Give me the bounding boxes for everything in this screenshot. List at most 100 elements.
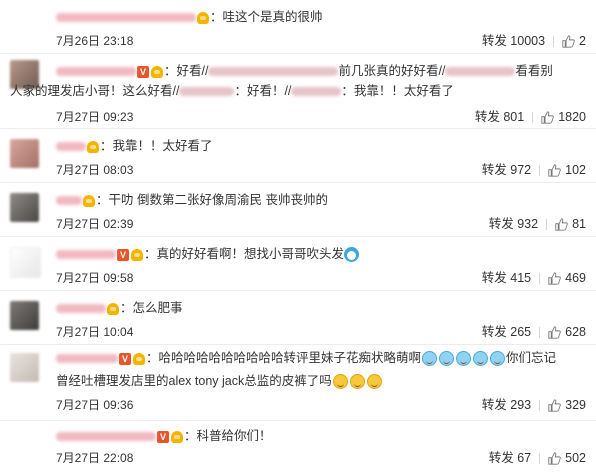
repost-button[interactable]: 转发 415 [482,271,531,285]
action-divider [539,165,541,177]
comment-actions: 转发 10003 2 [482,32,586,50]
comment-text-line: 曾经吐槽理发店里的alex tony jack总监的皮裤了吗 [56,371,580,391]
comment-meta: 7月27日 02:39 转发 932 81 [56,215,586,233]
action-divider [539,400,541,412]
comment-time: 7月27日 02:39 [56,217,134,231]
vip-v-badge-icon: V [157,430,169,443]
repost-button[interactable]: 转发 265 [482,325,531,339]
like-count: 628 [565,325,586,339]
comment-actions: 转发 265 628 [482,323,586,341]
laugh-cry-emoji-icon [490,351,506,367]
comment-text: 前几张真的好好看// [338,64,446,78]
like-count: 469 [565,271,586,285]
comment-time: 7月27日 10:04 [56,325,134,339]
comment-meta: 7月27日 08:03 转发 972 102 [56,161,586,179]
like-count: 329 [565,398,586,412]
comment-text: 曾经吐槽理发店里的alex tony jack总监的皮裤了吗 [56,374,332,388]
comment-time: 7月27日 08:03 [56,163,134,177]
comment-item: ：我靠！！太好看了 7月27日 08:03 转发 972 102 [0,129,596,183]
action-divider [539,327,541,339]
username-blurred[interactable] [56,67,136,77]
member-crown-icon [133,352,145,365]
mention-blurred[interactable] [208,67,339,77]
comment-text: ：真的好好看啊！想找小哥哥吹头发 [144,247,345,261]
avatar[interactable] [10,301,39,330]
avatar[interactable] [10,193,39,222]
comment-time: 7月27日 09:23 [56,110,134,124]
comment-time: 7月27日 09:58 [56,271,134,285]
like-count: 102 [565,163,586,177]
vip-v-badge-icon: V [137,65,149,78]
avatar[interactable] [10,353,39,382]
comment-item: ：怎么肥事 7月27日 10:04 转发 265 628 [0,291,596,345]
comment-item: V ：哈哈哈哈哈哈哈哈哈哈转评里妹子花痴状略萌啊 你们忘记 曾经吐槽理发店里的ale… [0,345,596,421]
comment-text: ：哇这个是真的很帅 [210,10,323,24]
comment-item: V ：真的好好看啊！想找小哥哥吹头发 7月27日 09:58 转发 415 469 [0,237,596,291]
like-count: 81 [572,217,586,231]
comment-text: ：我靠！！太好看了 [341,84,454,98]
comment-text: ：好看！// [234,84,292,98]
laugh-cry-emoji-icon [473,351,489,367]
thumbs-up-icon[interactable] [548,326,561,339]
comment-text-line: ：哇这个是真的很帅 [56,7,580,27]
username-blurred[interactable] [56,196,82,206]
comment-actions: 转发 67 502 [489,449,586,467]
avatar[interactable] [10,139,39,168]
thumbs-up-icon[interactable] [548,399,561,412]
repost-button[interactable]: 转发 67 [489,451,531,465]
comment-meta: 7月27日 09:36 转发 293 329 [56,396,586,414]
action-divider [539,273,541,285]
comment-text: 你们忘记 [506,351,557,365]
username-blurred[interactable] [56,250,116,260]
repost-button[interactable]: 转发 972 [482,163,531,177]
like-count: 1820 [558,110,586,124]
comment-text: ：干叻 倒数第二张好像周渝民 丧帅丧帅的 [96,193,328,207]
member-crown-icon [107,302,119,315]
comment-text: ：我靠！！太好看了 [100,139,213,153]
mention-blurred[interactable] [445,67,516,77]
vip-v-badge-icon: V [117,248,129,261]
thumbs-up-icon[interactable] [548,272,561,285]
like-count: 502 [565,451,586,465]
comment-meta: 7月27日 10:04 转发 265 628 [56,323,586,341]
comment-actions: 转发 932 81 [489,215,586,233]
comment-time: 7月26日 23:18 [56,34,134,48]
thumbs-up-icon[interactable] [548,452,561,465]
action-divider [553,36,555,48]
comment-time: 7月27日 22:08 [56,451,134,465]
comment-text: 看看别 [515,64,553,78]
avatar[interactable] [10,247,41,278]
comment-item: V ：科普给你们！ 7月27日 22:08 转发 67 502 [0,421,596,472]
smirk-emoji-icon [349,374,365,390]
laugh-cry-emoji-icon [439,351,455,367]
comment-text-line: V ：科普给你们！ [56,426,580,446]
username-blurred[interactable] [56,354,118,364]
comment-text-line: 人家的理发店小哥！这么好看// ：好看！// ：我靠！！太好看了 [10,81,580,101]
repost-button[interactable]: 转发 10003 [482,34,545,48]
username-blurred[interactable] [56,304,106,314]
repost-button[interactable]: 转发 293 [482,398,531,412]
laugh-cry-emoji-icon [456,351,472,367]
username-blurred[interactable] [56,432,156,442]
thumbs-up-icon[interactable] [555,218,568,231]
repost-button[interactable]: 转发 801 [475,110,524,124]
comment-text-line: ：我靠！！太好看了 [56,136,580,156]
mention-blurred[interactable] [179,87,235,97]
thumbs-up-icon[interactable] [562,35,575,48]
repost-button[interactable]: 转发 932 [489,217,538,231]
smirk-emoji-icon [332,374,348,390]
thumbs-up-icon[interactable] [548,164,561,177]
comment-actions: 转发 801 1820 [475,108,586,126]
doraemon-emoji-icon [344,247,360,263]
comment-actions: 转发 293 329 [482,396,586,414]
thumbs-up-icon[interactable] [541,111,554,124]
member-crown-icon [87,140,99,153]
mention-blurred[interactable] [291,87,342,97]
comment-actions: 转发 972 102 [482,161,586,179]
username-blurred[interactable] [56,142,86,152]
comment-item: ：哇这个是真的很帅 7月26日 23:18 转发 10003 2 [0,0,596,54]
action-divider [546,219,548,231]
username-blurred[interactable] [56,13,196,23]
comment-text-line: V ：好看// 前几张真的好好看// 看看别 [56,61,580,81]
like-count: 2 [579,34,586,48]
